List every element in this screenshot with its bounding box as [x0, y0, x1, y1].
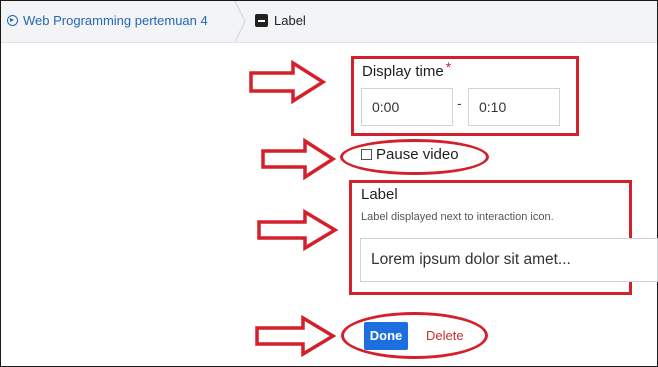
- pause-video-checkbox[interactable]: [361, 149, 372, 160]
- annotation-arrow-icon: [255, 314, 337, 358]
- done-button[interactable]: Done: [364, 322, 408, 350]
- label-field-title: Label: [361, 186, 398, 203]
- label-text-input[interactable]: Lorem ipsum dolor sit amet...: [360, 238, 658, 282]
- annotation-arrow-icon: [257, 208, 339, 252]
- breadcrumb-course-link[interactable]: Web Programming pertemuan 4: [7, 13, 208, 28]
- pause-video-label: Pause video: [376, 146, 459, 163]
- pause-video-option[interactable]: Pause video: [361, 146, 459, 163]
- breadcrumb-current-label: Label: [274, 13, 306, 28]
- breadcrumb-separator-icon: [234, 1, 246, 42]
- time-range-separator: -: [457, 95, 462, 111]
- breadcrumb-course-label: Web Programming pertemuan 4: [23, 13, 208, 28]
- start-time-input[interactable]: 0:00: [361, 88, 453, 126]
- delete-link[interactable]: Delete: [426, 328, 464, 343]
- required-marker: *: [445, 59, 452, 75]
- breadcrumb: Web Programming pertemuan 4 Label: [1, 1, 657, 43]
- breadcrumb-current: Label: [255, 13, 306, 28]
- end-time-input[interactable]: 0:10: [468, 88, 560, 126]
- label-icon: [255, 14, 268, 27]
- display-time-label: Display time *: [362, 59, 452, 80]
- annotation-arrow-icon: [249, 60, 327, 104]
- annotation-arrow-icon: [261, 137, 337, 181]
- play-circle-icon: [7, 15, 18, 26]
- label-help-text: Label displayed next to interaction icon…: [361, 211, 554, 223]
